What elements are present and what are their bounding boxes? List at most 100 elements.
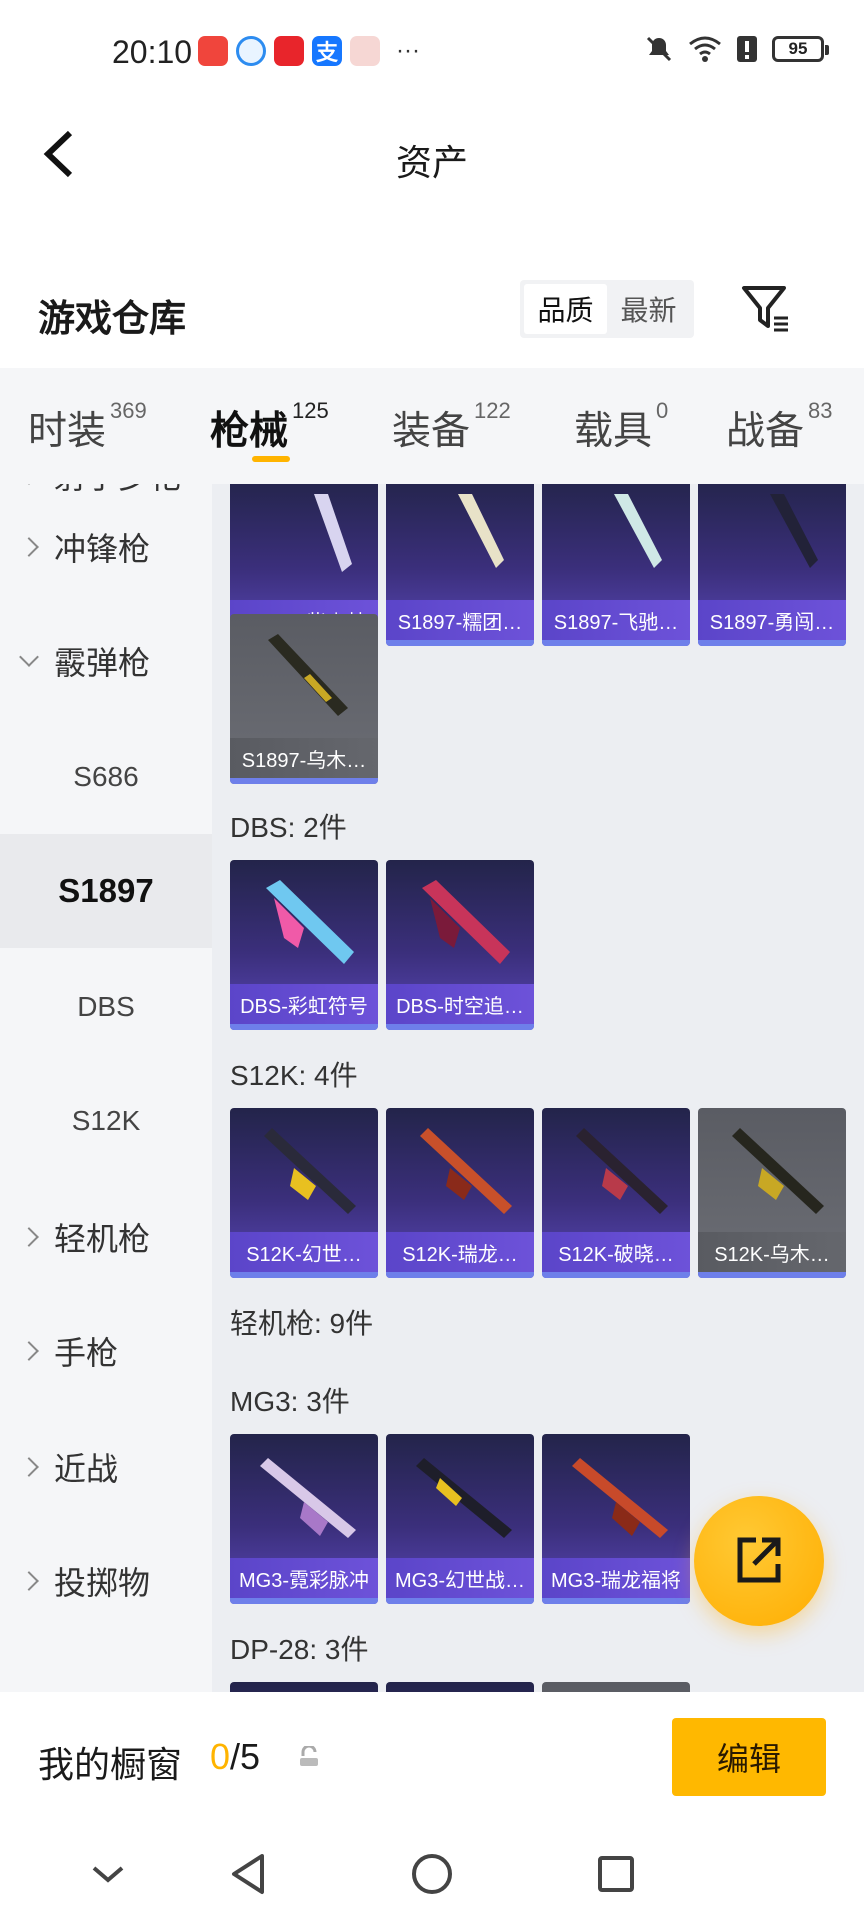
weapon-card[interactable]: S12K-乌木…	[698, 1108, 846, 1278]
sidebar-item-melee[interactable]: 近战	[0, 1410, 212, 1524]
tab-supplies[interactable]: 战备 83	[726, 398, 833, 456]
tab-fashion[interactable]: 时装 369	[28, 398, 147, 456]
sort-newest-button[interactable]: 最新	[607, 284, 690, 334]
weapon-card[interactable]	[542, 1682, 690, 1692]
category-tabs: 时装 369 枪械 125 装备 122 载具 0 战备 83	[0, 368, 864, 484]
circle-home-icon	[412, 1854, 452, 1894]
sidebar-item-shotgun[interactable]: 霰弹枪	[0, 604, 212, 718]
shotgun-skin-icon	[770, 494, 818, 568]
alert-icon	[737, 36, 757, 62]
chevron-right-icon	[19, 1571, 39, 1591]
showcase-count: 0/5	[210, 1736, 261, 1777]
weapon-card-label: MG3-霓彩脉冲	[230, 1558, 378, 1598]
section-title-dp28: DP-28: 3件	[230, 1634, 369, 1665]
notification-icons: 支 ···	[198, 36, 420, 66]
showcase-bar: 我的橱窗 0/5 编辑	[0, 1692, 864, 1824]
rifle-skin-icon	[420, 1128, 512, 1214]
weapon-card[interactable]: S1897-糯团…	[386, 484, 534, 646]
weapon-card[interactable]: S1897-乌木…	[230, 614, 378, 784]
showcase-label: 我的橱窗	[38, 1744, 183, 1785]
shotgun-skin-icon	[268, 634, 348, 716]
weapon-card[interactable]: S12K-破晓…	[542, 1108, 690, 1278]
weapon-card[interactable]: MG3-霓彩脉冲	[230, 1434, 378, 1604]
weapon-card-label: DBS-时空追…	[386, 984, 534, 1024]
tab-firearms[interactable]: 枪械 125	[210, 398, 329, 456]
weapon-card-label: S12K-乌木…	[698, 1232, 846, 1272]
weapon-card[interactable]: MG3-瑞龙福将	[542, 1434, 690, 1604]
sidebar-sub-dbs[interactable]: DBS	[0, 950, 212, 1064]
weapon-category-sidebar[interactable]: 射手步枪 冲锋枪 霰弹枪 S686 S1897 DBS S12K 轻机枪 手枪 …	[0, 484, 212, 1692]
nav-recents-button[interactable]	[588, 1846, 644, 1902]
shotgun-skin-icon	[266, 880, 354, 964]
weapon-card[interactable]: S12K-幻世…	[230, 1108, 378, 1278]
nav-home-button[interactable]	[404, 1846, 460, 1902]
weapon-card[interactable]: S1897-勇闯…	[698, 484, 846, 646]
sidebar-item-smg[interactable]: 冲锋枪	[0, 490, 212, 604]
weapon-card[interactable]	[386, 1682, 534, 1692]
square-recents-icon	[598, 1856, 634, 1892]
weapon-card[interactable]: S1897-飞驰…	[542, 484, 690, 646]
more-notifications-icon: ···	[396, 37, 420, 64]
nav-hide-button[interactable]	[80, 1846, 136, 1902]
sort-quality-button[interactable]: 品质	[524, 284, 607, 334]
wifi-icon	[689, 36, 721, 62]
weapon-card[interactable]	[230, 1682, 378, 1692]
status-bar: 20:10 支 ··· 95	[0, 0, 864, 104]
sort-toggle: 品质 最新	[520, 280, 694, 338]
edit-button[interactable]: 编辑	[672, 1718, 826, 1796]
weapon-card[interactable]: S12K-瑞龙…	[386, 1108, 534, 1278]
browser-app-icon	[236, 36, 266, 66]
sidebar-sub-s686[interactable]: S686	[0, 720, 212, 834]
lock-icon	[300, 1746, 318, 1766]
share-icon	[737, 1537, 781, 1583]
sidebar-sub-s12k[interactable]: S12K	[0, 1064, 212, 1178]
triangle-back-icon	[232, 1854, 264, 1894]
shotgun-skin-icon	[422, 880, 510, 964]
rifle-skin-icon	[576, 1128, 668, 1214]
sidebar-item-lmg[interactable]: 轻机枪	[0, 1180, 212, 1294]
machine-gun-skin-icon	[260, 1458, 356, 1538]
shotgun-skin-icon	[458, 494, 504, 568]
status-time: 20:10	[112, 34, 193, 70]
weapon-card-label: S12K-破晓…	[542, 1232, 690, 1272]
chevron-right-icon	[19, 484, 39, 485]
page-title: 资产	[395, 142, 468, 183]
weapon-card-label: S1897-飞驰…	[542, 600, 690, 640]
nav-back-button[interactable]	[220, 1846, 276, 1902]
weapon-card-label: MG3-幻世战…	[386, 1558, 534, 1598]
section-title-mg3: MG3: 3件	[230, 1386, 350, 1417]
tab-vehicles[interactable]: 载具 0	[574, 398, 668, 456]
weapon-card-label: S12K-瑞龙…	[386, 1232, 534, 1272]
weapon-card-label: S1897-乌木…	[230, 738, 378, 778]
filter-icon	[742, 286, 788, 332]
shotgun-skin-icon	[614, 494, 662, 568]
alipay-app-icon: 支	[312, 36, 342, 66]
weapon-card-label: S1897-勇闯…	[698, 600, 846, 640]
weapon-card[interactable]: DBS-彩虹符号	[230, 860, 378, 1030]
section-title-s12k: S12K: 4件	[230, 1060, 358, 1091]
rifle-skin-icon	[264, 1128, 356, 1214]
box-app-icon	[350, 36, 380, 66]
chevron-right-icon	[19, 1341, 39, 1361]
weapon-card[interactable]: DBS-时空追…	[386, 860, 534, 1030]
weapon-card-label: DBS-彩虹符号	[230, 984, 378, 1024]
shotgun-skin-icon	[314, 494, 352, 572]
tab-equipment[interactable]: 装备 122	[392, 398, 511, 456]
sidebar-item-pistol[interactable]: 手枪	[0, 1294, 212, 1408]
gift-app-icon	[274, 36, 304, 66]
weapon-card[interactable]: MG3-幻世战…	[386, 1434, 534, 1604]
sidebar-item-throwable[interactable]: 投掷物	[0, 1524, 212, 1638]
sidebar-sub-s1897[interactable]: S1897	[0, 834, 212, 948]
system-navigation-bar	[0, 1824, 864, 1920]
active-tab-indicator	[252, 456, 290, 462]
chevron-down-icon	[19, 647, 39, 667]
huawei-app-icon	[198, 36, 228, 66]
weapon-card-label: MG3-瑞龙福将	[542, 1558, 690, 1598]
weapon-card-label: S12K-幻世…	[230, 1232, 378, 1272]
machine-gun-skin-icon	[416, 1458, 512, 1538]
chevron-right-icon	[19, 537, 39, 557]
filter-button[interactable]	[740, 282, 792, 334]
weapon-card-label: S1897-糯团…	[386, 600, 534, 640]
share-button[interactable]	[694, 1496, 824, 1626]
section-title-dbs: DBS: 2件	[230, 812, 347, 843]
